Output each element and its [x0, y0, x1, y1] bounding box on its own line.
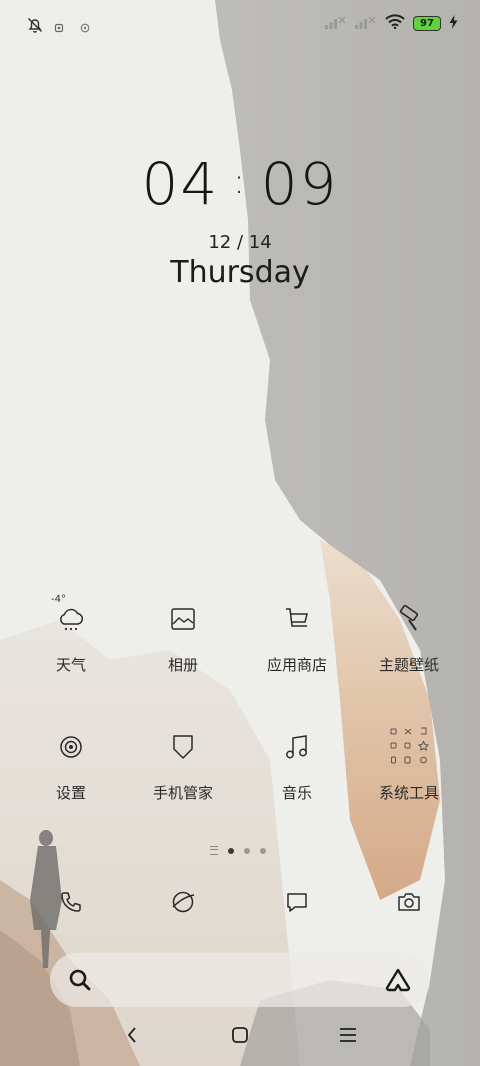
signal-x-icon — [355, 14, 377, 33]
page-dot[interactable] — [244, 847, 250, 854]
app-weather[interactable]: -4° 天气 — [14, 594, 128, 675]
menu-icon — [339, 1027, 357, 1047]
notification-small-icon — [54, 18, 64, 37]
nav-menu-button[interactable] — [328, 1024, 368, 1050]
system-tools-folder-icon — [386, 725, 432, 773]
app-label: 设置 — [55, 784, 86, 802]
theme-brush-icon — [395, 604, 423, 637]
clock-widget[interactable]: 04 : 09 12 / 14 Thursday — [0, 150, 480, 290]
app-music[interactable]: 音乐 — [240, 728, 354, 803]
messages-icon — [285, 890, 309, 918]
music-icon — [284, 733, 310, 765]
app-store-icon — [284, 606, 310, 636]
back-icon — [126, 1026, 138, 1048]
nav-back-button[interactable] — [112, 1024, 152, 1050]
app-label: 相册 — [167, 656, 198, 674]
app-label: 应用商店 — [266, 656, 327, 674]
battery-icon: 97 — [413, 16, 441, 31]
weather-icon — [56, 604, 86, 638]
browser-icon — [170, 889, 196, 919]
page-dot[interactable] — [260, 847, 266, 854]
search-icon[interactable] — [68, 968, 92, 996]
signal-x-icon — [325, 14, 347, 33]
app-phone-manager[interactable]: 手机管家 — [126, 728, 240, 803]
page-indicator-list-icon[interactable] — [210, 846, 218, 855]
vpn-small-icon — [80, 18, 90, 37]
clock-weekday: Thursday — [170, 255, 310, 290]
clock-date: 12 / 14 — [208, 232, 272, 253]
status-bar: 97 — [0, 0, 480, 50]
clock-hours: 04 — [141, 150, 220, 218]
charging-bolt-icon — [449, 14, 458, 33]
home-icon — [231, 1026, 249, 1048]
app-label: 主题壁纸 — [378, 656, 439, 674]
nav-home-button[interactable] — [220, 1024, 260, 1050]
dock-phone[interactable] — [14, 884, 128, 924]
app-label: 音乐 — [281, 784, 312, 802]
dock-browser[interactable] — [126, 884, 240, 924]
camera-icon — [396, 890, 422, 918]
page-indicator[interactable] — [210, 846, 266, 855]
page-dot-active[interactable] — [228, 847, 234, 854]
phone-icon — [59, 890, 83, 918]
clock-separator: : — [233, 162, 247, 202]
folder-system-tools[interactable]: 系统工具 — [352, 725, 466, 803]
app-gallery[interactable]: 相册 — [126, 600, 240, 675]
dock-messages[interactable] — [240, 884, 354, 924]
bell-muted-icon — [26, 16, 44, 38]
app-label: 系统工具 — [378, 784, 439, 802]
gallery-icon — [170, 607, 196, 635]
wifi-icon — [385, 14, 405, 33]
weather-temperature: -4° — [51, 594, 66, 605]
clock-time: 04 : 09 — [0, 150, 480, 218]
phone-manager-icon — [171, 733, 195, 765]
dock-camera[interactable] — [352, 884, 466, 924]
clock-minutes: 09 — [260, 150, 339, 218]
settings-icon — [58, 734, 84, 764]
app-themes[interactable]: 主题壁纸 — [352, 600, 466, 675]
app-label: 天气 — [55, 656, 86, 674]
assistant-logo-icon[interactable] — [384, 967, 412, 997]
app-app-store[interactable]: 应用商店 — [240, 600, 354, 675]
search-bar[interactable] — [50, 953, 430, 1007]
app-settings[interactable]: 设置 — [14, 728, 128, 803]
app-label: 手机管家 — [152, 784, 213, 802]
